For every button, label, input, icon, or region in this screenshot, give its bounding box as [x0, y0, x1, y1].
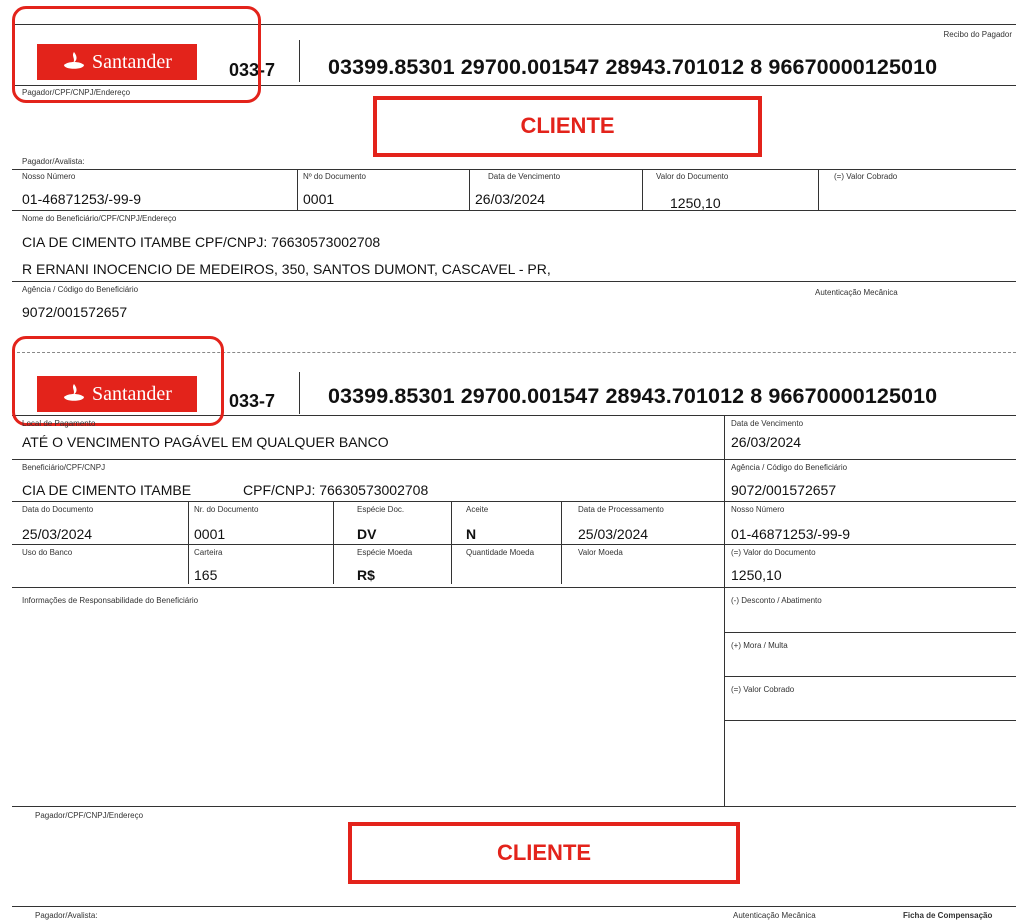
logo-highlight-2: [12, 336, 224, 426]
beneficiario-line-2: R ERNANI INOCENCIO DE MEDEIROS, 350, SAN…: [22, 261, 551, 277]
avalista-label: Pagador/Avalista:: [22, 157, 85, 166]
col-divider: [642, 169, 643, 210]
header-divider: [299, 40, 300, 82]
valor-cobrado-label: (=) Valor Cobrado: [834, 172, 898, 181]
right-row-line: [724, 632, 1016, 633]
client-label-2: CLIENTE: [496, 840, 592, 865]
client-label-1: CLIENTE: [520, 113, 615, 138]
vencimento-value: 26/03/2024: [731, 434, 802, 450]
desconto-label: (-) Desconto / Abatimento: [731, 596, 822, 605]
footer-line: [12, 906, 1016, 907]
col-divider: [297, 169, 298, 210]
recibo-title: Recibo do Pagador: [943, 30, 1013, 39]
carteira-value: 165: [194, 567, 218, 583]
valor-documento-label: (=) Valor do Documento: [731, 548, 816, 557]
aceite-label: Aceite: [466, 505, 489, 514]
informacoes-label: Informações de Responsabilidade do Benef…: [22, 596, 199, 605]
agencia-label: Agência / Código do Beneficiário: [731, 463, 848, 472]
autenticacao-label: Autenticação Mecânica: [733, 911, 816, 920]
agencia-value: 9072/001572657: [22, 304, 128, 320]
carteira-label: Carteira: [194, 548, 223, 557]
especie-doc-value: DV: [357, 526, 377, 542]
local-pagamento-label: Local de Pagamento: [22, 419, 96, 428]
autenticacao-label: Autenticação Mecânica: [815, 288, 898, 297]
row-line: [12, 544, 1016, 545]
bank-code: 033-7: [229, 391, 276, 411]
digitable-line: 03399.85301 29700.001547 28943.701012 8 …: [328, 384, 938, 408]
quantidade-moeda-label: Quantidade Moeda: [466, 548, 535, 557]
row-line: [12, 501, 1016, 502]
vencimento-value: 26/03/2024: [475, 191, 546, 207]
row-line: [12, 459, 1016, 460]
col-divider: [451, 501, 452, 584]
valor-documento-value: 1250,10: [670, 195, 721, 211]
beneficiario-line-1: CIA DE CIMENTO ITAMBE CPF/CNPJ: 76630573…: [22, 234, 381, 250]
mora-label: (+) Mora / Multa: [731, 641, 788, 650]
beneficiario-cnpj: CPF/CNPJ: 76630573002708: [243, 482, 429, 498]
data-documento-value: 25/03/2024: [22, 526, 93, 542]
beneficiario-label: Nome do Beneficiário/CPF/CNPJ/Endereço: [22, 214, 177, 223]
valor-cobrado-label: (=) Valor Cobrado: [731, 685, 795, 694]
nosso-numero-value: 01-46871253/-99-9: [22, 191, 142, 207]
data-documento-label: Data do Documento: [22, 505, 94, 514]
n-documento-value: 0001: [303, 191, 335, 207]
avalista-label: Pagador/Avalista:: [35, 911, 98, 920]
nosso-numero-label: Nosso Número: [22, 172, 76, 181]
right-row-line: [724, 676, 1016, 677]
col-divider: [188, 501, 189, 584]
beneficiario-label: Beneficiário/CPF/CNPJ: [22, 463, 106, 472]
aceite-value: N: [466, 526, 477, 542]
col-divider: [818, 169, 819, 210]
ficha-label: Ficha de Compensação: [903, 911, 993, 920]
beneficiario-bottom-line: [12, 281, 1016, 282]
col-divider: [561, 501, 562, 584]
fields-bottom-line: [12, 210, 1016, 211]
nosso-numero-value: 01-46871253/-99-9: [731, 526, 851, 542]
vencimento-label: Data de Vencimento: [731, 419, 804, 428]
beneficiario-name: CIA DE CIMENTO ITAMBE: [22, 482, 192, 498]
n-documento-label: Nº do Documento: [303, 172, 366, 181]
valor-documento-label: Valor do Documento: [656, 172, 729, 181]
valor-moeda-label: Valor Moeda: [578, 548, 623, 557]
logo-highlight-1: [12, 6, 261, 103]
right-row-line: [724, 720, 1016, 721]
data-processamento-label: Data de Processamento: [578, 505, 664, 514]
agencia-value: 9072/001572657: [731, 482, 837, 498]
valor-documento-value: 1250,10: [731, 567, 782, 583]
nr-documento-label: Nr. do Documento: [194, 505, 259, 514]
local-pagamento-value: ATÉ O VENCIMENTO PAGÁVEL EM QUALQUER BAN…: [22, 434, 389, 450]
especie-moeda-value: R$: [357, 567, 375, 583]
header-divider: [299, 372, 300, 414]
uso-banco-label: Uso do Banco: [22, 548, 73, 557]
especie-moeda-label: Espécie Moeda: [357, 548, 413, 557]
fields-top-line: [12, 169, 1016, 170]
nosso-numero-label: Nosso Número: [731, 505, 785, 514]
vencimento-label: Data de Vencimento: [488, 172, 561, 181]
nr-documento-value: 0001: [194, 526, 226, 542]
col-divider: [469, 169, 470, 210]
right-column-divider: [724, 415, 725, 807]
info-bottom-line: [12, 806, 1016, 807]
col-divider: [333, 501, 334, 584]
agencia-label: Agência / Código do Beneficiário: [22, 285, 139, 294]
especie-doc-label: Espécie Doc.: [357, 505, 405, 514]
row-line: [12, 587, 1016, 588]
pagador-label: Pagador/CPF/CNPJ/Endereço: [35, 811, 144, 820]
data-processamento-value: 25/03/2024: [578, 526, 649, 542]
digitable-line: 03399.85301 29700.001547 28943.701012 8 …: [328, 55, 938, 79]
